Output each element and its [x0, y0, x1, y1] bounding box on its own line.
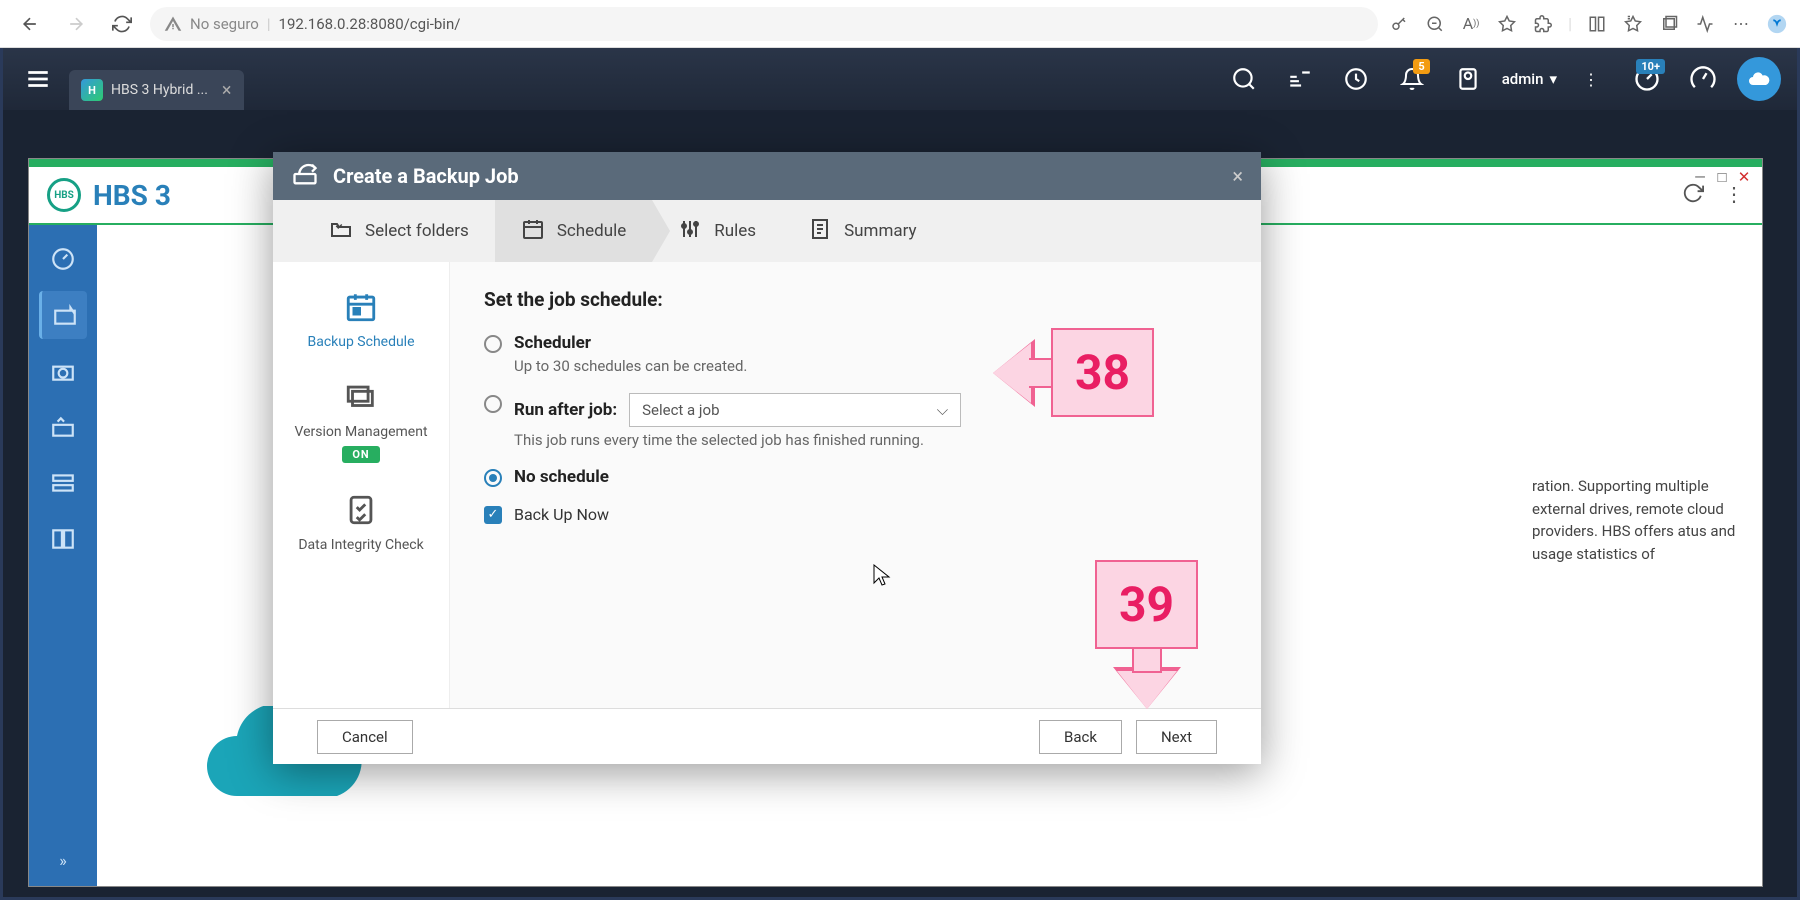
radio-run-after[interactable] [484, 395, 502, 413]
favorite-icon[interactable] [1496, 13, 1518, 35]
notif-badge: 5 [1413, 59, 1429, 74]
forward-button[interactable] [58, 6, 94, 42]
more-icon[interactable]: ⋯ [1730, 13, 1752, 35]
sidebar-overview[interactable] [39, 235, 87, 283]
run-after-desc: This job runs every time the selected jo… [514, 431, 1227, 449]
on-badge: ON [342, 446, 379, 463]
favorites-list-icon[interactable] [1622, 13, 1644, 35]
folder-icon [329, 217, 353, 246]
zoom-out-icon[interactable] [1424, 13, 1446, 35]
annotation-39: 39 [1095, 560, 1198, 709]
sidebar-services[interactable] [39, 515, 87, 563]
refresh-button[interactable] [104, 6, 140, 42]
task-icon[interactable] [1334, 57, 1378, 101]
step-summary[interactable]: Summary [782, 200, 942, 262]
sidebar-collapse-icon[interactable]: » [59, 851, 67, 870]
modal-close-icon[interactable]: × [1232, 164, 1243, 188]
next-button[interactable]: Next [1136, 720, 1217, 754]
search-icon[interactable] [1222, 57, 1266, 101]
sidebar-backup[interactable] [39, 291, 87, 339]
cancel-button[interactable]: Cancel [317, 720, 413, 754]
step-select-folders[interactable]: Select folders [303, 200, 495, 262]
back-button[interactable] [12, 6, 48, 42]
extensions-icon[interactable] [1532, 13, 1554, 35]
dashboard-badge: 10+ [1636, 59, 1665, 74]
sidebar-sync[interactable] [39, 347, 87, 395]
calendar-icon [344, 290, 378, 328]
key-icon[interactable] [1388, 13, 1410, 35]
no-schedule-label: No schedule [514, 467, 1227, 487]
schedule-sidebar: Backup Schedule Version Management ON Da… [273, 262, 449, 708]
cursor-icon [873, 564, 891, 588]
sidebar-version-management[interactable]: Version Management ON [294, 380, 427, 463]
cloud-button[interactable] [1737, 57, 1781, 101]
app-tab[interactable]: H HBS 3 Hybrid ... × [69, 70, 244, 110]
dashboard-icon[interactable]: 10+ [1625, 57, 1669, 101]
sidebar-backup-schedule[interactable]: Backup Schedule [307, 290, 414, 350]
sliders-icon [678, 217, 702, 246]
speedometer-icon[interactable] [1681, 57, 1725, 101]
modal-header: Create a Backup Job × [273, 152, 1261, 200]
app-title: HBS 3 [93, 179, 171, 212]
sidebar-data-integrity[interactable]: Data Integrity Check [298, 493, 423, 553]
modal-title: Create a Backup Job [333, 164, 519, 188]
security-label: No seguro [190, 15, 259, 33]
annotation-38: 38 [993, 328, 1154, 417]
collections-icon[interactable] [1658, 13, 1680, 35]
username: admin [1502, 70, 1544, 88]
notification-icon[interactable]: 5 [1390, 57, 1434, 101]
backup-now-label: Back Up Now [514, 505, 609, 524]
radio-no-schedule[interactable] [484, 469, 502, 487]
qnap-top-bar: H HBS 3 Hybrid ... × 5 admin ▾ ⋮ 10+ [3, 48, 1797, 110]
address-bar[interactable]: No seguro | 192.168.0.28:8080/cgi-bin/ [150, 7, 1378, 41]
step-schedule[interactable]: Schedule [495, 200, 652, 262]
minimize-icon[interactable]: — [1691, 168, 1709, 186]
tab-label: HBS 3 Hybrid ... [111, 82, 208, 98]
read-aloud-icon[interactable]: A)) [1460, 13, 1482, 35]
calendar-icon [521, 217, 545, 246]
job-select[interactable]: Select a job ⌵ [629, 393, 961, 427]
panel-heading: Set the job schedule: [484, 288, 1227, 311]
hbs-app-icon: H [81, 79, 103, 101]
maximize-icon[interactable]: □ [1713, 168, 1731, 186]
backup-now-checkbox[interactable]: ✓ [484, 506, 502, 524]
split-screen-icon[interactable] [1586, 13, 1608, 35]
heartbeat-icon[interactable] [1694, 13, 1716, 35]
user-icon [1446, 57, 1490, 101]
modal-footer: Cancel Back Next [273, 708, 1261, 764]
browser-toolbar: No seguro | 192.168.0.28:8080/cgi-bin/ A… [0, 0, 1800, 48]
document-icon [808, 217, 832, 246]
warning-icon [164, 15, 182, 33]
main-viewport: H HBS 3 Hybrid ... × 5 admin ▾ ⋮ 10+ HBS… [0, 48, 1800, 900]
chevron-down-icon: ⌵ [937, 401, 948, 419]
volume-icon[interactable] [1278, 57, 1322, 101]
sidebar-storage[interactable] [39, 459, 87, 507]
hbs-sidebar: » [29, 225, 97, 886]
back-button[interactable]: Back [1039, 720, 1122, 754]
user-menu[interactable]: admin ▾ [1502, 70, 1557, 88]
backup-icon [291, 160, 319, 192]
close-icon[interactable]: ✕ [1735, 168, 1753, 186]
sidebar-restore[interactable] [39, 403, 87, 451]
layers-icon [344, 380, 378, 418]
checklist-icon [344, 493, 378, 531]
run-after-label: Run after job: [514, 400, 617, 420]
more-vertical-icon[interactable]: ⋮ [1569, 57, 1613, 101]
window-controls: — □ ✕ [1691, 168, 1753, 186]
menu-icon[interactable] [19, 60, 57, 98]
hbs-logo-icon: HBS [47, 178, 81, 212]
copilot-icon[interactable] [1766, 13, 1788, 35]
close-tab-icon[interactable]: × [222, 80, 232, 101]
step-rules[interactable]: Rules [652, 200, 782, 262]
background-text: ration. Supporting multiple external dri… [1532, 475, 1742, 565]
wizard-steps: Select folders Schedule Rules Summary [273, 200, 1261, 262]
url-text: 192.168.0.28:8080/cgi-bin/ [279, 15, 461, 33]
select-placeholder: Select a job [642, 401, 719, 419]
chevron-down-icon: ▾ [1549, 70, 1557, 88]
radio-scheduler[interactable] [484, 335, 502, 353]
